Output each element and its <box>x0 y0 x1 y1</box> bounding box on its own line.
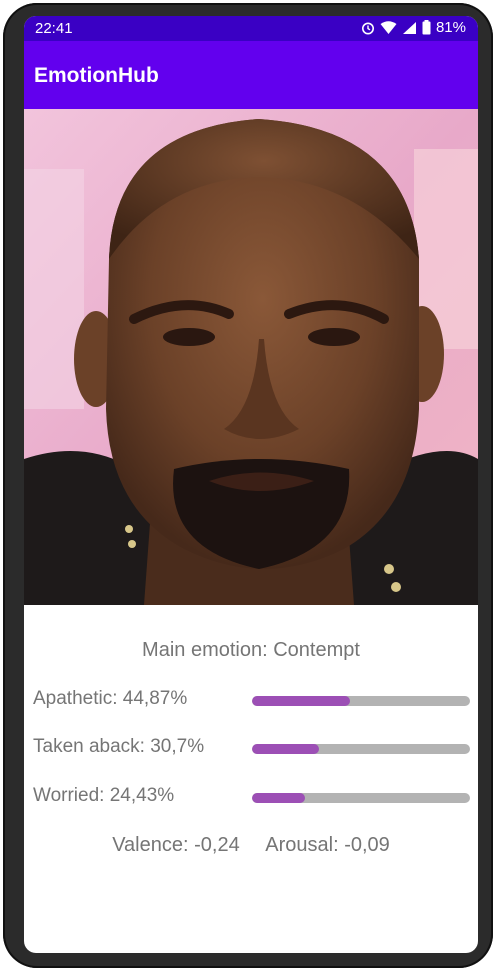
signal-icon <box>402 21 416 34</box>
emotion-progress-fill <box>252 744 319 754</box>
battery-percent: 81% <box>435 19 466 36</box>
valence-arousal: Valence: -0,24 Arousal: -0,09 <box>24 834 478 857</box>
status-time: 22:41 <box>35 20 73 37</box>
arousal-value: Arousal: -0,09 <box>265 834 390 856</box>
alarm-icon <box>361 22 374 34</box>
emotion-row: Worried: 24,43% <box>33 785 470 813</box>
emotion-row: Taken aback: 30,7% <box>33 736 470 764</box>
app-title: EmotionHub <box>34 64 159 87</box>
wifi-icon <box>380 20 397 34</box>
emotion-progress-bar <box>252 696 470 706</box>
emotion-label: Apathetic: 44,87% <box>33 688 188 709</box>
emotion-label: Taken aback: 30,7% <box>33 736 205 757</box>
status-bar: 22:41 81% <box>24 16 478 41</box>
battery-icon <box>422 20 431 35</box>
valence-value: Valence: -0,24 <box>112 834 240 856</box>
emotion-label: Worried: 24,43% <box>33 785 175 806</box>
phone-frame: 22:41 81% EmotionHub Main emotion: Conte… <box>3 3 493 968</box>
status-icons: 81% <box>361 19 466 36</box>
emotion-progress-fill <box>252 696 350 706</box>
emotion-progress-bar <box>252 793 470 803</box>
screen: 22:41 81% EmotionHub Main emotion: Conte… <box>24 16 478 953</box>
emotion-row: Apathetic: 44,87% <box>33 688 470 716</box>
app-bar: EmotionHub <box>24 41 478 109</box>
emotion-progress-bar <box>252 744 470 754</box>
face-photo <box>24 109 478 605</box>
emotion-progress-fill <box>252 793 306 803</box>
main-emotion: Main emotion: Contempt <box>142 639 360 661</box>
